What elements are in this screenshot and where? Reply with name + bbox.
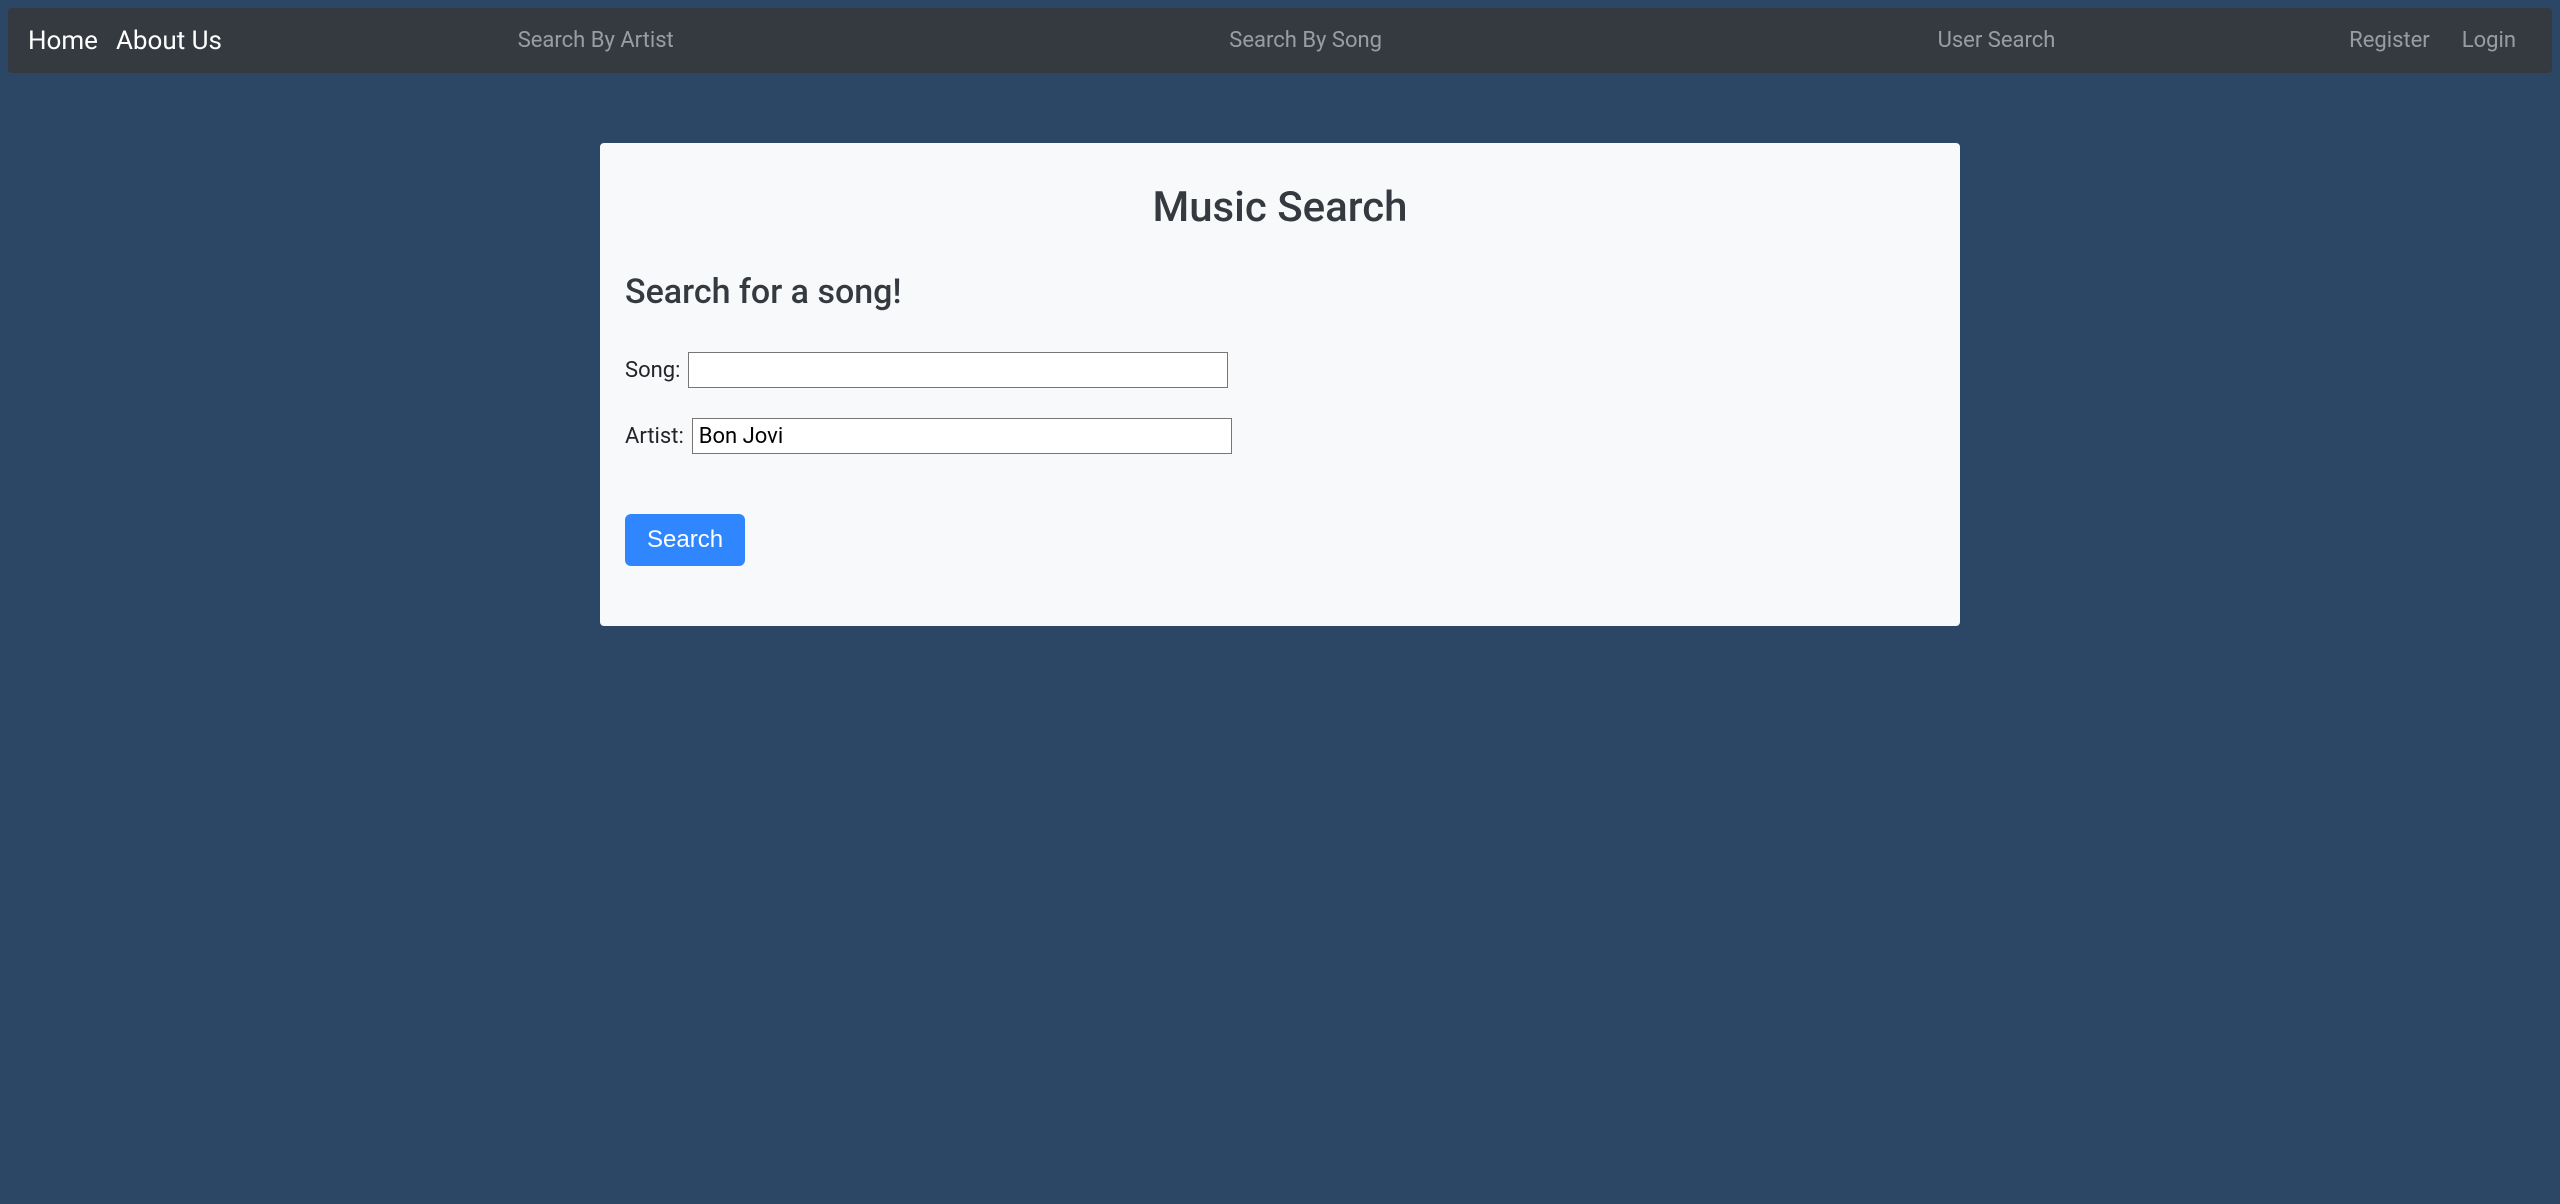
search-button[interactable]: Search [625, 514, 745, 566]
nav-login[interactable]: Login [2446, 20, 2532, 61]
page-title: Music Search [625, 183, 1935, 232]
nav-about[interactable]: About Us [116, 26, 222, 56]
nav-search-by-song[interactable]: Search By Song [1213, 20, 1398, 61]
nav-register[interactable]: Register [2333, 20, 2446, 61]
song-row: Song: [625, 352, 1935, 388]
navbar-left: Home About Us [28, 26, 240, 56]
navbar: Home About Us Search By Artist Search By… [8, 8, 2552, 73]
main-container: Music Search Search for a song! Song: Ar… [600, 143, 1960, 626]
nav-home[interactable]: Home [28, 26, 98, 56]
song-label: Song: [625, 358, 680, 383]
nav-search-by-artist[interactable]: Search By Artist [502, 20, 690, 61]
nav-user-search[interactable]: User Search [1922, 20, 2072, 61]
navbar-right: Register Login [2333, 20, 2532, 61]
artist-label: Artist: [625, 424, 684, 449]
page-subtitle: Search for a song! [625, 272, 1935, 312]
artist-input[interactable] [692, 418, 1232, 454]
artist-row: Artist: [625, 418, 1935, 454]
song-input[interactable] [688, 352, 1228, 388]
navbar-center: Search By Artist Search By Song User Sea… [240, 20, 2333, 61]
